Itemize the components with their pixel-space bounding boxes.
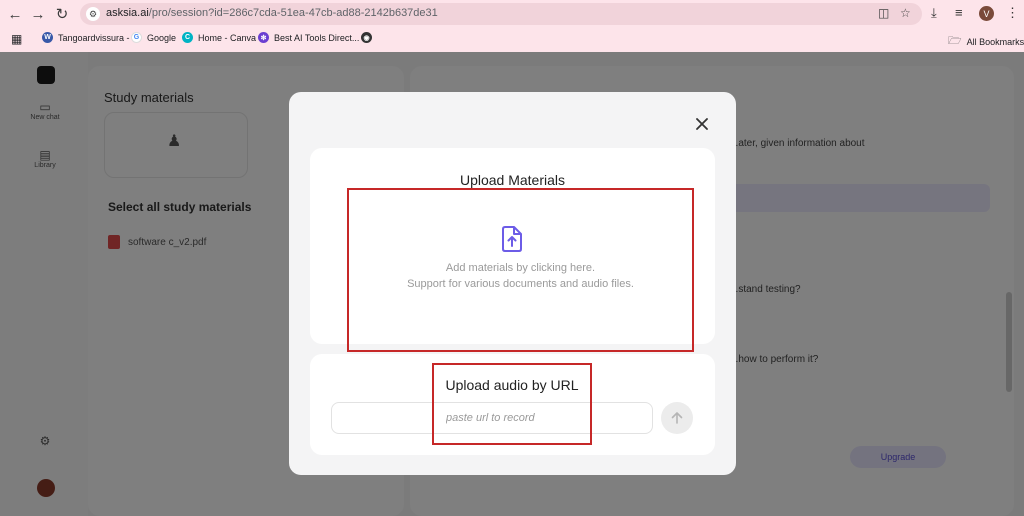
media-control-icon[interactable]: ≡ [955, 5, 963, 20]
folder-icon: 🗁 [948, 35, 962, 47]
profile-avatar[interactable]: V [979, 6, 994, 21]
bookmark-google[interactable]: G Google [131, 32, 176, 43]
bookmark-canva[interactable]: C Home - Canva [182, 32, 256, 43]
bookmark-star-icon[interactable]: ☆ [900, 6, 911, 20]
browser-chrome: ← → ↻ ⚙ asksia.ai/pro/session?id=286c7cd… [0, 0, 1024, 52]
submit-url-button[interactable] [661, 402, 693, 434]
all-bookmarks-button[interactable]: 🗁 All Bookmarks [948, 32, 1024, 51]
canva-icon: C [182, 32, 193, 43]
install-app-icon[interactable]: ◫ [878, 6, 889, 20]
download-icon[interactable]: ⤓ [931, 5, 937, 21]
url-text: asksia.ai/pro/session?id=286c7cda-51ea-4… [106, 7, 438, 19]
google-icon: G [131, 32, 142, 43]
drop-zone-hint: Add materials by clicking here. [445, 262, 596, 274]
close-icon[interactable] [694, 116, 710, 132]
bookmark-globe[interactable]: ◉ [361, 32, 372, 43]
globe-icon: ◉ [361, 32, 372, 43]
audio-url-input[interactable] [331, 402, 653, 434]
forward-icon[interactable]: → [28, 4, 48, 24]
ai-tools-icon: ✻ [258, 32, 269, 43]
address-bar[interactable]: ⚙ asksia.ai/pro/session?id=286c7cda-51ea… [80, 3, 922, 25]
wordpress-icon: W [42, 32, 53, 43]
file-upload-icon[interactable] [500, 226, 524, 252]
bookmark-best-ai-tools[interactable]: ✻ Best AI Tools Direct... [258, 32, 359, 43]
drop-zone-support-text: Support for various documents and audio … [407, 278, 634, 290]
more-menu-icon[interactable]: ⋮ [1006, 5, 1019, 21]
apps-grid-icon[interactable]: ▦ [11, 32, 22, 46]
back-icon[interactable]: ← [5, 4, 25, 24]
reload-icon[interactable]: ↻ [52, 4, 72, 24]
arrow-up-icon [671, 412, 683, 424]
upload-materials-title: Upload Materials [459, 172, 566, 188]
bookmark-tangoardvissura[interactable]: W Tangoardvissura - [42, 32, 130, 43]
site-settings-icon[interactable]: ⚙ [86, 7, 100, 21]
upload-audio-url-title: Upload audio by URL [445, 377, 579, 393]
